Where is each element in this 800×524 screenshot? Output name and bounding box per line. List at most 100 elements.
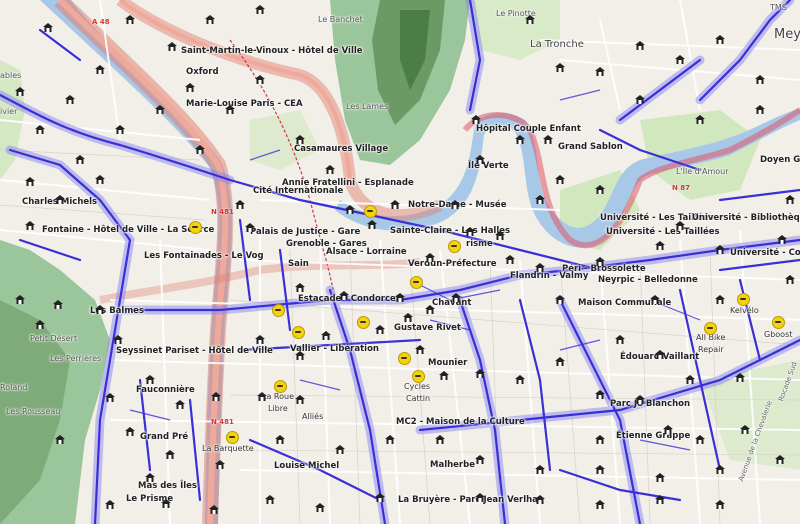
bike-rental-station-icon[interactable] [615, 335, 625, 344]
bike-rental-station-icon[interactable] [403, 313, 413, 322]
bike-rental-station-icon[interactable] [335, 445, 345, 454]
bike-rental-station-icon[interactable] [715, 465, 725, 474]
bike-rental-station-icon[interactable] [205, 15, 215, 24]
bike-rental-station-icon[interactable] [655, 241, 665, 250]
bike-rental-station-icon[interactable] [375, 325, 385, 334]
bike-rental-station-icon[interactable] [35, 125, 45, 134]
bike-rental-station-icon[interactable] [715, 295, 725, 304]
bike-rental-station-icon[interactable] [595, 67, 605, 76]
station-label[interactable]: MC2 - Maison de la Culture [396, 418, 525, 427]
bike-rental-station-icon[interactable] [675, 55, 685, 64]
bicycle-shop-icon[interactable] [772, 316, 785, 329]
bike-shop-label[interactable]: All Bike [696, 334, 725, 342]
bike-rental-station-icon[interactable] [465, 227, 475, 236]
station-label[interactable]: Flandrin - Valmy [510, 272, 588, 281]
bike-rental-station-icon[interactable] [655, 495, 665, 504]
bike-rental-station-icon[interactable] [695, 435, 705, 444]
station-label[interactable]: Louise Michel [274, 462, 339, 471]
station-label[interactable]: Mas des Îles [138, 482, 197, 491]
bike-rental-station-icon[interactable] [325, 165, 335, 174]
bike-rental-station-icon[interactable] [95, 65, 105, 74]
bike-rental-station-icon[interactable] [15, 295, 25, 304]
station-label[interactable]: Marie-Louise Paris - CEA [186, 100, 303, 109]
bike-rental-station-icon[interactable] [775, 455, 785, 464]
bike-rental-station-icon[interactable] [390, 200, 400, 209]
bike-rental-station-icon[interactable] [555, 295, 565, 304]
bike-rental-station-icon[interactable] [257, 392, 267, 401]
bike-rental-station-icon[interactable] [255, 5, 265, 14]
station-label[interactable]: Alsace - Lorraine [326, 248, 407, 257]
bike-rental-station-icon[interactable] [635, 41, 645, 50]
bicycle-shop-icon[interactable] [410, 276, 423, 289]
bike-rental-station-icon[interactable] [439, 371, 449, 380]
bike-rental-station-icon[interactable] [245, 223, 255, 232]
bike-rental-station-icon[interactable] [695, 115, 705, 124]
station-label[interactable]: Oxford [186, 68, 219, 77]
bike-rental-station-icon[interactable] [167, 42, 177, 51]
bike-rental-station-icon[interactable] [735, 373, 745, 382]
bicycle-shop-icon[interactable] [398, 352, 411, 365]
bike-rental-station-icon[interactable] [155, 105, 165, 114]
bicycle-shop-icon[interactable] [189, 221, 202, 234]
bike-rental-station-icon[interactable] [535, 195, 545, 204]
bike-rental-station-icon[interactable] [425, 305, 435, 314]
bike-rental-station-icon[interactable] [785, 275, 795, 284]
bike-rental-station-icon[interactable] [471, 115, 481, 124]
bike-rental-station-icon[interactable] [145, 375, 155, 384]
bike-rental-station-icon[interactable] [555, 357, 565, 366]
station-label[interactable]: Université - Condil [730, 249, 800, 258]
station-label[interactable]: Gustave Rivet [394, 324, 461, 333]
station-label[interactable]: Grand Sablon [558, 143, 623, 152]
station-label[interactable]: Verdun-Préfecture [408, 260, 497, 269]
bike-rental-station-icon[interactable] [475, 369, 485, 378]
bike-rental-station-icon[interactable] [755, 105, 765, 114]
bicycle-shop-icon[interactable] [364, 205, 377, 218]
station-label[interactable]: Casamaures Village [294, 145, 388, 154]
bike-rental-station-icon[interactable] [675, 221, 685, 230]
bike-rental-station-icon[interactable] [435, 435, 445, 444]
bike-rental-station-icon[interactable] [105, 500, 115, 509]
bicycle-shop-icon[interactable] [737, 293, 750, 306]
bike-rental-station-icon[interactable] [715, 500, 725, 509]
bike-rental-station-icon[interactable] [175, 400, 185, 409]
bike-rental-station-icon[interactable] [715, 35, 725, 44]
bike-rental-station-icon[interactable] [255, 75, 265, 84]
bike-rental-station-icon[interactable] [65, 95, 75, 104]
bike-rental-station-icon[interactable] [555, 175, 565, 184]
bike-rental-station-icon[interactable] [55, 195, 65, 204]
bike-rental-station-icon[interactable] [295, 351, 305, 360]
bicycle-shop-icon[interactable] [412, 370, 425, 383]
bike-rental-station-icon[interactable] [555, 63, 565, 72]
bicycle-shop-icon[interactable] [274, 380, 287, 393]
bike-rental-station-icon[interactable] [785, 195, 795, 204]
bike-rental-station-icon[interactable] [145, 473, 155, 482]
bike-shop-label[interactable]: Libre [268, 405, 288, 413]
station-label[interactable]: Cité Internationale [253, 187, 343, 196]
bike-rental-station-icon[interactable] [43, 23, 53, 32]
bike-rental-station-icon[interactable] [125, 427, 135, 436]
bike-rental-station-icon[interactable] [650, 295, 660, 304]
bike-rental-station-icon[interactable] [635, 95, 645, 104]
bike-rental-station-icon[interactable] [635, 395, 645, 404]
station-label[interactable]: Parc Jo Blanchon [610, 400, 690, 409]
bike-shop-label[interactable]: Cattin [406, 395, 430, 403]
station-label[interactable]: Sainte-Claire - Les Halles [390, 227, 510, 236]
bike-rental-station-icon[interactable] [415, 345, 425, 354]
bike-rental-station-icon[interactable] [321, 331, 331, 340]
station-label[interactable]: Grand Pré [140, 433, 188, 442]
bike-rental-station-icon[interactable] [95, 175, 105, 184]
bike-rental-station-icon[interactable] [525, 15, 535, 24]
station-label[interactable]: Les Fontainades - Le Vog [144, 252, 264, 261]
station-label[interactable]: Seyssinet Pariset - Hôtel de Ville [116, 347, 273, 356]
cycle-map[interactable]: A 48 N 481 N 481 N 87 Avenue de la Cheva… [0, 0, 800, 524]
station-label[interactable]: Hôpital Couple Enfant [476, 125, 581, 134]
bike-rental-station-icon[interactable] [315, 503, 325, 512]
bike-rental-station-icon[interactable] [195, 145, 205, 154]
bike-rental-station-icon[interactable] [515, 135, 525, 144]
bike-rental-station-icon[interactable] [425, 253, 435, 262]
bike-rental-station-icon[interactable] [595, 435, 605, 444]
bike-rental-station-icon[interactable] [543, 135, 553, 144]
bike-rental-station-icon[interactable] [367, 220, 377, 229]
bike-rental-station-icon[interactable] [255, 335, 265, 344]
bike-rental-station-icon[interactable] [595, 185, 605, 194]
